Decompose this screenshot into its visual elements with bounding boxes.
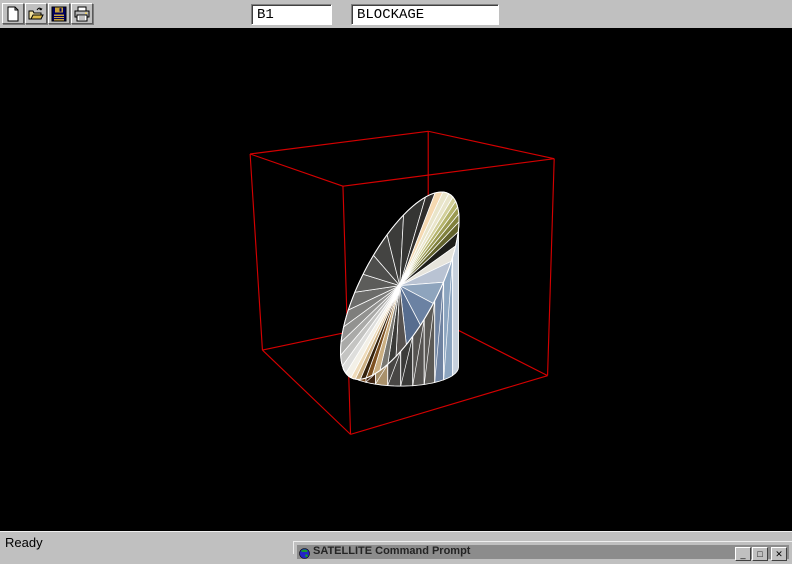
cube-edge xyxy=(250,154,262,350)
open-button[interactable] xyxy=(25,3,47,24)
close-button[interactable]: ✕ xyxy=(771,547,787,561)
satellite-titlebar[interactable]: SATELLITE Command Prompt _ □ ✕ xyxy=(297,545,789,559)
cube-edge xyxy=(262,350,350,434)
cube-edge xyxy=(428,131,554,158)
save-button[interactable] xyxy=(48,3,70,24)
object-name-field[interactable] xyxy=(251,4,332,25)
maximize-button[interactable]: □ xyxy=(752,547,768,561)
viewport-3d[interactable] xyxy=(0,28,792,531)
titlebar-buttons: _ □ ✕ xyxy=(734,547,787,561)
cube-edge xyxy=(250,131,428,154)
scene-canvas xyxy=(0,28,792,531)
satellite-window-title: SATELLITE Command Prompt xyxy=(313,545,470,558)
new-button[interactable] xyxy=(2,3,24,24)
open-folder-icon xyxy=(28,6,44,22)
new-document-icon xyxy=(5,6,21,22)
object-type-field[interactable] xyxy=(351,4,499,25)
app-window: { "toolbar": { "buttons": [ {"id": "new"… xyxy=(0,0,792,554)
cube-edge xyxy=(548,159,555,376)
save-floppy-icon xyxy=(51,6,67,22)
print-icon xyxy=(74,6,90,22)
status-text: Ready xyxy=(5,535,43,550)
print-button[interactable] xyxy=(71,3,93,24)
globe-icon xyxy=(299,546,310,557)
cube-edge xyxy=(250,154,343,186)
minimize-button[interactable]: _ xyxy=(735,547,751,561)
toolbar xyxy=(0,0,792,28)
satellite-window[interactable]: SATELLITE Command Prompt _ □ ✕ xyxy=(293,541,792,554)
cube-edge xyxy=(343,159,554,186)
